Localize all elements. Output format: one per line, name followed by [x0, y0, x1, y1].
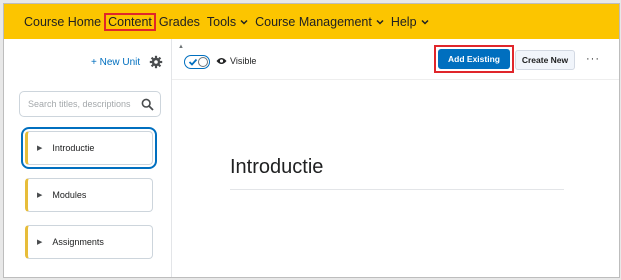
check-icon [188, 58, 198, 66]
create-new-button[interactable]: Create New [515, 50, 575, 70]
toolbar-divider [172, 79, 619, 80]
search-icon[interactable] [141, 98, 154, 111]
unit-label: Assignments [52, 237, 104, 247]
expand-arrow-icon[interactable]: ▶ [37, 191, 42, 199]
chevron-down-icon [240, 19, 248, 25]
visibility-toggle[interactable] [184, 55, 210, 69]
unit-label: Modules [52, 190, 87, 200]
more-options-button[interactable]: ··· [586, 53, 600, 65]
nav-help-label: Help [390, 14, 417, 29]
unit-item-introductie[interactable]: ▶ Introductie [21, 127, 157, 169]
expand-arrow-icon[interactable]: ▶ [37, 238, 42, 246]
chevron-down-icon [421, 19, 429, 25]
page-title: Introductie [230, 156, 324, 178]
visibility-label: Visible [230, 56, 257, 66]
add-existing-button[interactable]: Add Existing [438, 49, 510, 69]
sidebar: + New Unit ▶ Introductie ▶ Modules [4, 39, 172, 277]
new-unit-button[interactable]: + New Unit [91, 57, 140, 68]
chevron-down-icon [376, 19, 384, 25]
unit-item-assignments[interactable]: ▶ Assignments [25, 225, 153, 259]
eye-icon [216, 58, 227, 64]
toggle-knob [198, 57, 208, 67]
nav-tools[interactable]: Tools [207, 15, 248, 29]
nav-course-home[interactable]: Course Home [24, 15, 101, 29]
nav-help[interactable]: Help [391, 15, 429, 29]
nav-grades[interactable]: Grades [159, 15, 200, 29]
search-input[interactable] [26, 98, 140, 110]
unit-label: Introductie [52, 143, 95, 153]
top-navbar: Course Home Content Grades Tools Course … [4, 4, 619, 39]
search-box [19, 91, 161, 117]
add-existing-highlight: Add Existing [434, 45, 514, 73]
title-divider [230, 189, 564, 190]
nav-content[interactable]: Content [104, 12, 156, 31]
nav-course-management[interactable]: Course Management [255, 15, 384, 29]
content-toolbar: Visible Add Existing Create New ··· [172, 39, 619, 79]
nav-tools-label: Tools [206, 14, 237, 29]
gear-icon[interactable] [149, 55, 163, 69]
app-frame: Course Home Content Grades Tools Course … [3, 3, 620, 278]
visibility-status: Visible [216, 56, 256, 66]
expand-arrow-icon[interactable]: ▶ [37, 144, 42, 152]
unit-item-modules[interactable]: ▶ Modules [25, 178, 153, 212]
nav-course-management-label: Course Management [255, 14, 372, 29]
